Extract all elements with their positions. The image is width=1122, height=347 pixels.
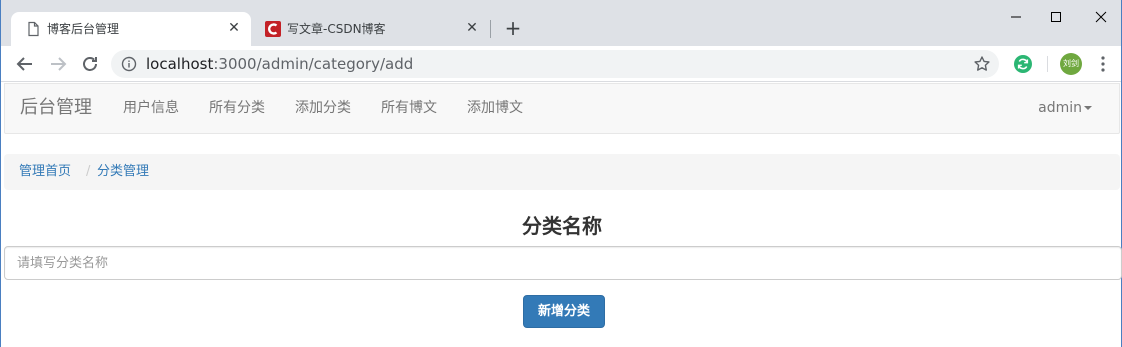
tab-title: 博客后台管理 [47, 22, 120, 36]
browser-window: 博客后台管理 ✕ 写文章-CSDN博客 ✕ + localhost:3000/a… [0, 0, 1122, 347]
close-icon [1095, 11, 1107, 23]
url-host: localhost [146, 55, 214, 73]
sync-extension-icon[interactable] [1013, 54, 1033, 74]
breadcrumb: 管理首页 / 分类管理 [4, 154, 1120, 190]
profile-avatar[interactable]: 刘剑 [1060, 53, 1082, 75]
close-window-button[interactable] [1086, 6, 1116, 28]
add-category-button[interactable]: 新增分类 [523, 295, 605, 328]
tab-csdn[interactable]: 写文章-CSDN博客 ✕ [251, 12, 489, 46]
user-name: admin [1038, 100, 1082, 116]
info-icon[interactable] [121, 56, 137, 72]
url-path: :3000/admin/category/add [213, 55, 414, 73]
category-name-input[interactable] [4, 246, 1122, 280]
breadcrumb-category-management[interactable]: 分类管理 [97, 154, 149, 190]
admin-navbar: 后台管理 用户信息 所有分类 添加分类 所有博文 添加博文 admin [4, 83, 1120, 134]
breadcrumb-home[interactable]: 管理首页 [19, 154, 71, 190]
new-tab-button[interactable]: + [501, 17, 525, 41]
nav-all-categories[interactable]: 所有分类 [209, 84, 265, 132]
breadcrumb-separator: / [86, 164, 91, 179]
caret-down-icon [1084, 106, 1092, 110]
maximize-icon [1051, 12, 1061, 22]
minimize-icon [1011, 16, 1021, 18]
nav-add-category[interactable]: 添加分类 [295, 84, 351, 132]
tab-strip: 博客后台管理 ✕ 写文章-CSDN博客 ✕ + [1, 0, 1121, 46]
nav-user-info[interactable]: 用户信息 [123, 84, 179, 132]
browser-toolbar: localhost:3000/admin/category/add 刘剑 [1, 46, 1121, 82]
nav-add-post[interactable]: 添加博文 [467, 84, 523, 132]
nav-all-posts[interactable]: 所有博文 [381, 84, 437, 132]
back-arrow-icon[interactable] [13, 52, 37, 76]
kebab-menu-icon[interactable] [1095, 54, 1111, 74]
tab-separator [490, 20, 491, 38]
minimize-button[interactable] [1001, 6, 1031, 28]
reload-icon[interactable] [78, 52, 102, 76]
user-dropdown[interactable]: admin [1038, 84, 1092, 132]
toolbar-separator [1047, 56, 1048, 72]
navbar-brand[interactable]: 后台管理 [20, 84, 92, 132]
maximize-button[interactable] [1041, 6, 1071, 28]
url-text[interactable]: localhost:3000/admin/category/add [146, 50, 413, 78]
address-bar[interactable]: localhost:3000/admin/category/add [111, 50, 999, 78]
close-tab-icon[interactable]: ✕ [463, 19, 481, 37]
tab-blog-admin[interactable]: 博客后台管理 ✕ [11, 12, 251, 46]
tab-title: 写文章-CSDN博客 [287, 22, 386, 36]
csdn-icon [265, 21, 281, 37]
page-icon [28, 21, 39, 37]
forward-arrow-icon[interactable] [46, 52, 70, 76]
star-icon[interactable] [973, 55, 991, 73]
form-title: 分类名称 [522, 214, 602, 238]
close-tab-icon[interactable]: ✕ [225, 19, 243, 37]
